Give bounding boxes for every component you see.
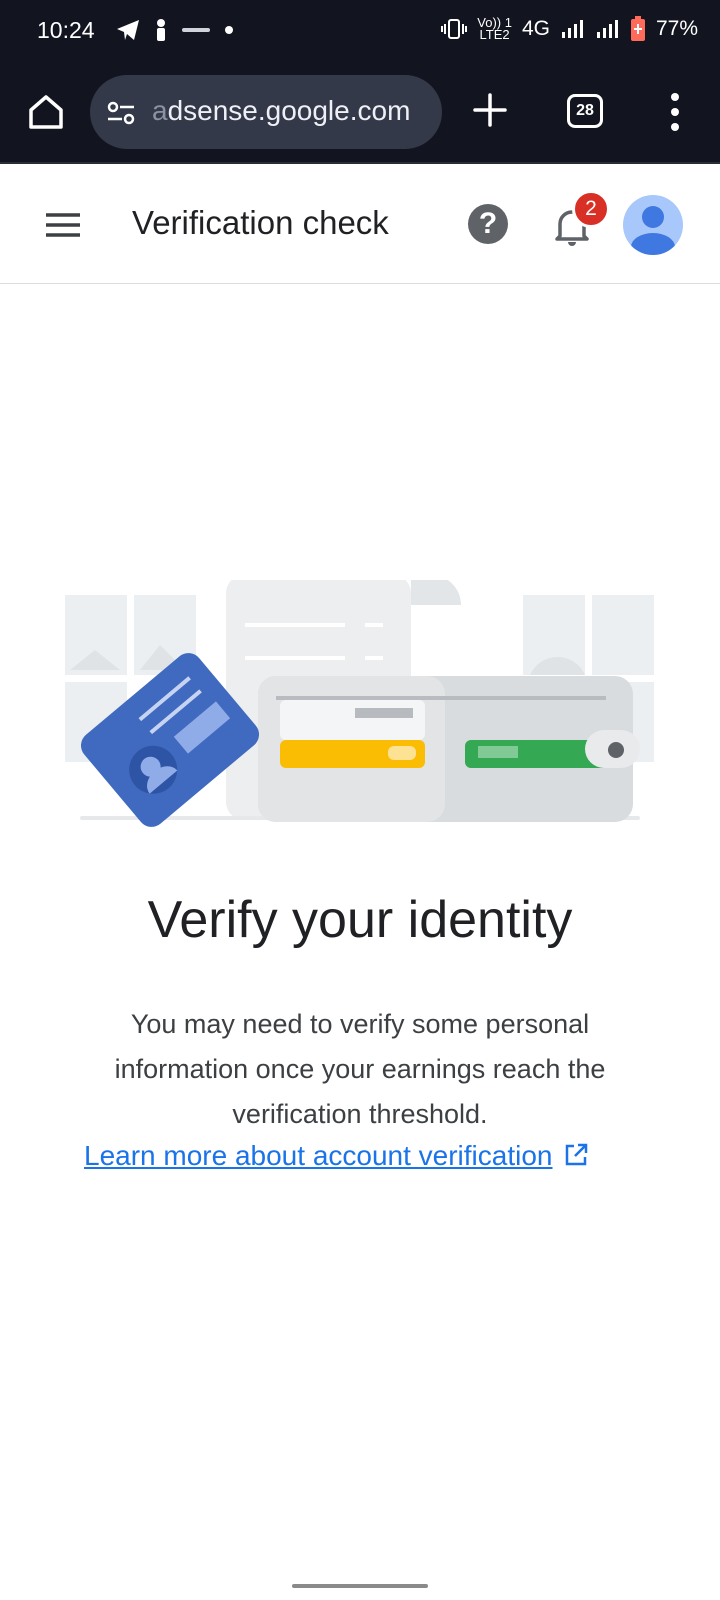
status-bar: 10:24 Vo)) 1 LTE2 4G 77% [0,0,720,62]
new-tab-icon[interactable] [470,90,510,130]
avatar[interactable] [623,195,683,255]
battery-icon [630,16,645,41]
misc-icon [182,28,210,32]
help-icon[interactable]: ? [468,204,508,244]
url-text: adsense.google.com [152,95,411,126]
url-bar[interactable]: adsense.google.com [90,75,442,149]
vibrate-icon [441,19,468,39]
external-link-icon [565,1143,587,1166]
bg-tile [592,595,654,675]
battery-level: 77% [655,17,698,40]
page-title: Verification check [132,204,389,241]
notification-icon [157,19,165,41]
description-text: You may need to verify some personal inf… [114,1009,606,1129]
notification-badge: 2 [572,190,610,228]
site-settings-icon[interactable] [106,99,136,127]
verification-illustration [65,580,654,827]
headline: Verify your identity [147,891,573,949]
dot-icon [225,26,233,34]
signal-icon-2 [596,20,618,38]
tab-switcher-button[interactable]: 28 [567,94,603,128]
browser-toolbar: adsense.google.com 28 [0,62,720,164]
telegram-icon [117,20,139,40]
learn-more-link[interactable]: Learn more about account verification [84,1140,644,1172]
more-options-icon[interactable] [664,90,686,134]
account-icon [631,206,675,255]
network-type: 4G [521,17,550,40]
app-header: Verification check ? 2 [0,166,720,284]
home-icon[interactable] [26,92,66,132]
status-time: 10:24 [37,17,95,43]
network-label: Vo)) 1 LTE2 [477,15,512,42]
signal-icon [561,20,583,38]
home-indicator[interactable] [292,1584,428,1588]
menu-icon[interactable] [46,212,80,238]
